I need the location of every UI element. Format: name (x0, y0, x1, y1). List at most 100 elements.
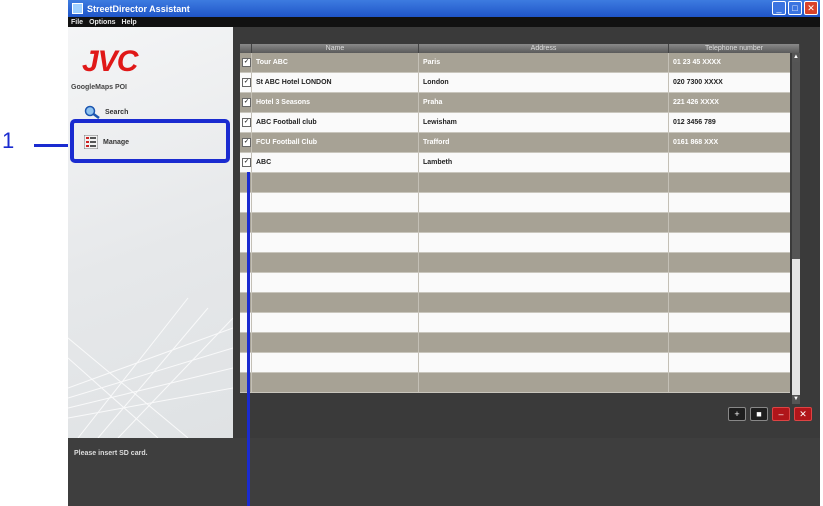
address-cell (419, 353, 669, 372)
menu-help[interactable]: Help (122, 19, 137, 26)
table-row[interactable]: ✓ ABC Lambeth (240, 153, 790, 173)
status-bar: Please insert SD card. (68, 438, 820, 506)
add-button[interactable]: + (728, 407, 746, 421)
checkbox-cell (240, 373, 252, 392)
name-cell (252, 293, 419, 312)
table-row[interactable] (240, 173, 790, 193)
row-checkbox[interactable]: ✓ (242, 58, 251, 67)
scroll-thumb[interactable] (792, 62, 800, 259)
table-row[interactable] (240, 353, 790, 373)
title-bar: StreetDirector Assistant _ □ ✕ (68, 0, 820, 17)
checkbox-cell (240, 173, 252, 192)
address-cell (419, 173, 669, 192)
table-row[interactable]: ✓ FCU Football Club Trafford 0161 868 XXX (240, 133, 790, 153)
row-checkbox[interactable]: ✓ (242, 158, 251, 167)
table-row[interactable] (240, 193, 790, 213)
row-checkbox[interactable]: ✓ (242, 98, 251, 107)
table-header: Name Address Telephone number (240, 44, 800, 53)
vertical-scrollbar[interactable]: ▲ ▼ (792, 53, 800, 404)
table-row[interactable]: ✓ St ABC Hotel LONDON London 020 7300 XXXX (240, 73, 790, 93)
header-address[interactable]: Address (419, 44, 669, 53)
checkbox-cell: ✓ (240, 153, 252, 172)
header-telephone[interactable]: Telephone number (669, 44, 800, 53)
name-cell (252, 213, 419, 232)
status-text: Please insert SD card. (74, 450, 148, 457)
telephone-cell: 01 23 45 XXXX (673, 59, 721, 66)
row-checkbox[interactable]: ✓ (242, 138, 251, 147)
checkbox-cell: ✓ (240, 93, 252, 112)
address-cell: London (419, 73, 669, 92)
delete-button[interactable]: – (772, 407, 790, 421)
table-row[interactable] (240, 293, 790, 313)
maximize-button[interactable]: □ (788, 1, 802, 15)
app-icon (72, 3, 83, 14)
checkbox-cell: ✓ (240, 53, 252, 72)
address-cell: Trafford (419, 133, 669, 152)
main-panel: Name Address Telephone number ✓ Tour ABC P… (233, 27, 820, 438)
name-cell: ABC Football club (252, 113, 419, 132)
telephone-cell (669, 233, 790, 252)
header-check (240, 44, 252, 53)
checkbox-cell: ✓ (240, 113, 252, 132)
table-row[interactable] (240, 373, 790, 393)
checkbox-cell (240, 253, 252, 272)
name-cell (252, 173, 419, 192)
address-cell (419, 193, 669, 212)
address-cell: Lambeth (419, 153, 669, 172)
checkbox-cell (240, 213, 252, 232)
address-cell (419, 253, 669, 272)
menu-bar: File Options Help (68, 17, 820, 27)
scroll-down-arrow[interactable]: ▼ (792, 395, 800, 404)
telephone-cell (669, 153, 790, 172)
table-row[interactable] (240, 233, 790, 253)
address-cell (419, 233, 669, 252)
name-cell: Hotel 3 Seasons (252, 93, 419, 112)
name-cell (252, 233, 419, 252)
search-icon (84, 105, 100, 119)
table-row[interactable] (240, 213, 790, 233)
name-cell: St ABC Hotel LONDON (252, 73, 419, 92)
address-cell (419, 373, 669, 392)
table-row[interactable] (240, 313, 790, 333)
table-body: ✓ Tour ABC Paris 01 23 45 XXXX ✓ St ABC Hotel… (240, 53, 790, 393)
name-cell: FCU Football Club (252, 133, 419, 152)
table-row[interactable]: ✓ Hotel 3 Seasons Praha 221 426 XXXX (240, 93, 790, 113)
table-row[interactable] (240, 253, 790, 273)
jvc-logo: JVC (82, 45, 138, 78)
telephone-cell (669, 293, 790, 312)
minimize-button[interactable]: _ (772, 1, 786, 15)
address-cell (419, 273, 669, 292)
scroll-up-arrow[interactable]: ▲ (792, 53, 800, 62)
table-row[interactable] (240, 273, 790, 293)
checkbox-cell (240, 193, 252, 212)
telephone-cell: 0161 868 XXX (673, 139, 719, 146)
row-checkbox[interactable]: ✓ (242, 118, 251, 127)
table-row[interactable]: ✓ ABC Football club Lewisham 012 3456 789 (240, 113, 790, 133)
telephone-cell (669, 353, 790, 372)
telephone-cell (669, 213, 790, 232)
sidebar-section-title: GoogleMaps POI (71, 84, 128, 91)
table-row[interactable]: ✓ Tour ABC Paris 01 23 45 XXXX (240, 53, 790, 73)
checkbox-cell: ✓ (240, 133, 252, 152)
row-checkbox[interactable]: ✓ (242, 78, 251, 87)
checkbox-cell (240, 293, 252, 312)
address-cell (419, 213, 669, 232)
sidebar-item-search[interactable]: Search (84, 105, 128, 119)
menu-file[interactable]: File (71, 19, 83, 26)
sidebar-item-label: Search (105, 108, 129, 116)
menu-options[interactable]: Options (89, 19, 115, 26)
header-name[interactable]: Name (252, 44, 419, 53)
telephone-cell (669, 193, 790, 212)
edit-button[interactable]: ■ (750, 407, 768, 421)
close-button[interactable]: ✕ (804, 1, 818, 15)
callout-highlight-box (70, 119, 230, 163)
clear-button[interactable]: ✕ (794, 407, 812, 421)
telephone-cell (669, 253, 790, 272)
telephone-cell (669, 333, 790, 352)
address-cell (419, 293, 669, 312)
table-row[interactable] (240, 333, 790, 353)
callout-number: 1 (2, 128, 15, 153)
telephone-cell: 012 3456 789 (673, 119, 716, 126)
name-cell (252, 253, 419, 272)
telephone-cell (669, 173, 790, 192)
